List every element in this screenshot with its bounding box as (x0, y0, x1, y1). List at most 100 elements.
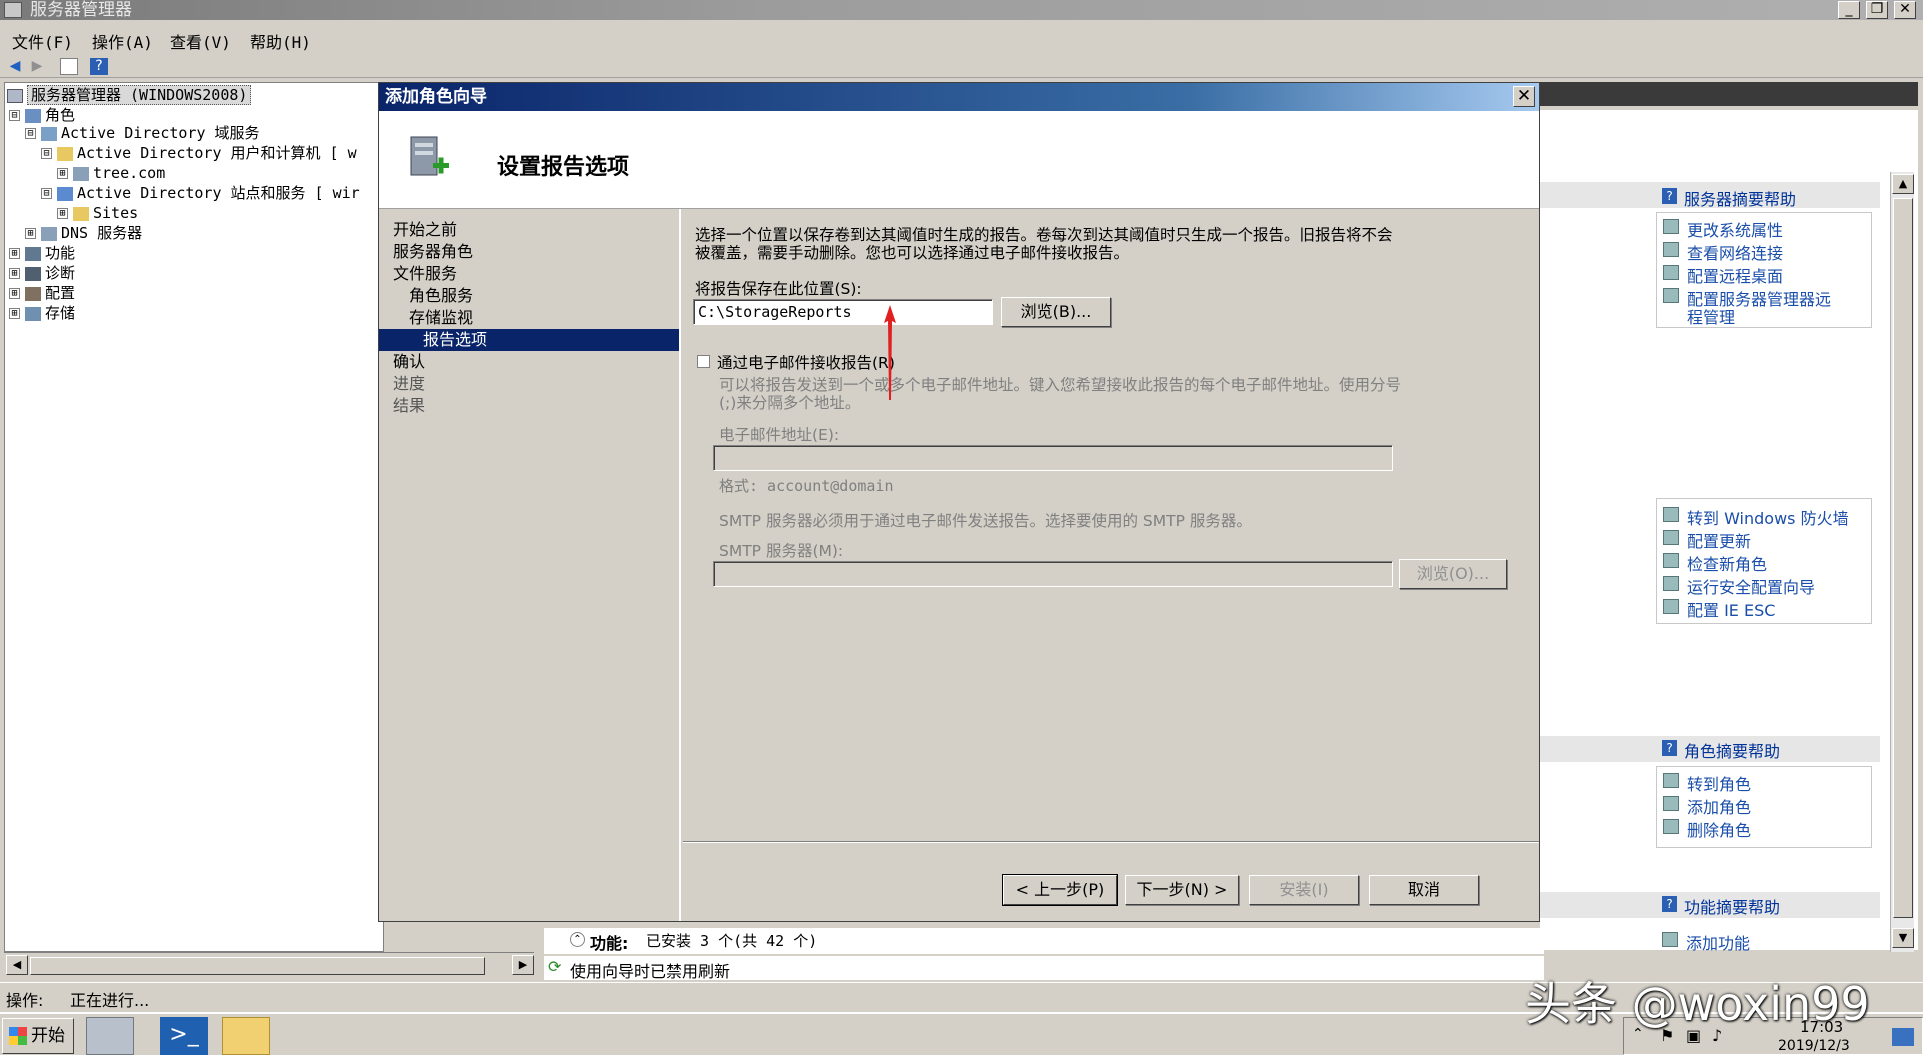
menu-view[interactable]: 查看(V) (170, 29, 231, 53)
scroll-up-icon[interactable]: ▲ (1892, 174, 1914, 194)
configure-remote-management-link-cont[interactable]: 程管理 (1687, 304, 1735, 328)
save-location-input[interactable]: C:\StorageReports (693, 299, 993, 325)
menu-bar: 文件(F) 操作(A) 查看(V) 帮助(H) (0, 26, 1923, 52)
tree-item-ad-users[interactable]: ⊟ Active Directory 用户和计算机 [ w (41, 143, 357, 163)
menu-help[interactable]: 帮助(H) (250, 29, 311, 53)
step-report-options[interactable]: 报告选项 (379, 329, 679, 351)
cancel-button[interactable]: 取消 (1369, 875, 1479, 905)
step-confirmation[interactable]: 确认 (393, 351, 425, 373)
refresh-icon: ⟳ (548, 957, 562, 976)
collapse-icon[interactable]: ⊟ (41, 188, 52, 199)
step-storage-monitoring[interactable]: 存储监视 (409, 307, 473, 329)
tree-item-ad-ds[interactable]: ⊟ Active Directory 域服务 (25, 123, 260, 143)
server-manager-icon (4, 2, 22, 18)
content-vertical-scrollbar[interactable]: ▲ ▼ (1890, 172, 1914, 952)
expand-icon[interactable]: ⊞ (57, 168, 68, 179)
show-desktop-icon[interactable] (1892, 1028, 1914, 1046)
expand-icon[interactable]: ⊞ (9, 288, 20, 299)
install-button: 安装(I) (1249, 875, 1359, 905)
collapse-icon[interactable]: ⊟ (9, 110, 20, 121)
powershell-icon[interactable]: >_ (160, 1017, 208, 1055)
security-tasks: 转到 Windows 防火墙 配置更新 检查新角色 运行安全配置向导 配置 IE… (1656, 498, 1872, 624)
scroll-right-icon[interactable]: ▶ (512, 955, 534, 975)
close-button[interactable]: ✕ (1894, 1, 1916, 19)
server-summary-help-link[interactable]: ? 服务器摘要帮助 (1662, 186, 1796, 210)
step-before-you-begin[interactable]: 开始之前 (393, 219, 457, 241)
menu-file[interactable]: 文件(F) (12, 29, 73, 53)
start-button[interactable]: 开始 (2, 1018, 74, 1054)
configure-remote-desktop-link[interactable]: 配置远程桌面 (1663, 263, 1783, 287)
content-header-strip (1540, 82, 1918, 106)
tree-item-features[interactable]: ⊞ 功能 (9, 243, 75, 263)
roles-icon (25, 108, 41, 123)
scroll-left-icon[interactable]: ◀ (6, 955, 28, 975)
server-manager-icon (1663, 288, 1679, 303)
role-summary-help-link[interactable]: ? 角色摘要帮助 (1662, 738, 1780, 762)
collapse-icon[interactable]: ⊟ (41, 148, 52, 159)
tree-item-storage[interactable]: ⊞ 存储 (9, 303, 75, 323)
menu-action[interactable]: 操作(A) (92, 29, 153, 53)
go-to-firewall-link[interactable]: 转到 Windows 防火墙 (1663, 505, 1849, 529)
collapse-icon[interactable]: ⌃ (570, 932, 585, 947)
server-manager-taskbar-icon[interactable] (86, 1017, 134, 1055)
refresh-note: 使用向导时已禁用刷新 (570, 962, 731, 981)
previous-button[interactable]: < 上一步(P) (1002, 874, 1118, 906)
tree-item-roles[interactable]: ⊟ 角色 (9, 105, 75, 125)
tree-root[interactable]: 服务器管理器 (WINDOWS2008) (7, 85, 252, 105)
collapse-icon[interactable]: ⊟ (25, 128, 36, 139)
status-label: 操作: (6, 991, 44, 1010)
explorer-folder-icon[interactable] (222, 1017, 270, 1055)
tree-item-domain[interactable]: ⊞ tree.com (57, 163, 165, 183)
tree-item-ad-sites[interactable]: ⊟ Active Directory 站点和服务 [ wir (41, 183, 360, 203)
step-file-services[interactable]: 文件服务 (393, 263, 457, 285)
tree-item-configuration[interactable]: ⊞ 配置 (9, 283, 75, 303)
network-icon (1663, 242, 1679, 257)
scroll-thumb[interactable] (30, 957, 485, 975)
email-report-checkbox[interactable] (697, 355, 710, 368)
dialog-title: 添加角色向导 (385, 87, 487, 107)
change-system-properties-link[interactable]: 更改系统属性 (1663, 217, 1783, 241)
feature-summary-help-link[interactable]: ? 功能摘要帮助 (1662, 894, 1780, 918)
features-summary-line: ⌃ 功能: 已安装 3 个(共 42 个) (544, 928, 1544, 954)
tree-item-dns[interactable]: ⊞ DNS 服务器 (25, 223, 142, 243)
expand-icon[interactable]: ⊞ (57, 208, 68, 219)
view-network-connections-link[interactable]: 查看网络连接 (1663, 240, 1783, 264)
remove-roles-link[interactable]: 删除角色 (1663, 817, 1751, 841)
email-address-input[interactable] (713, 445, 1393, 471)
check-new-roles-link[interactable]: 检查新角色 (1663, 551, 1767, 575)
expand-icon[interactable]: ⊞ (25, 228, 36, 239)
expand-icon[interactable]: ⊞ (9, 248, 20, 259)
back-icon[interactable]: ◀ (6, 58, 24, 75)
smtp-server-input[interactable] (713, 561, 1393, 587)
forward-icon[interactable]: ▶ (28, 58, 46, 75)
tree-item-diagnostics[interactable]: ⊞ 诊断 (9, 263, 75, 283)
clock-date[interactable]: 2019/12/3 (1778, 1038, 1850, 1054)
step-progress: 进度 (393, 374, 426, 393)
run-security-wizard-link[interactable]: 运行安全配置向导 (1663, 574, 1815, 598)
email-report-label[interactable]: 通过电子邮件接收报告(R) (717, 351, 895, 373)
browse-button[interactable]: 浏览(B)... (1001, 297, 1111, 327)
tree-horizontal-scrollbar[interactable]: ◀ ▶ (4, 952, 534, 978)
configure-updates-link[interactable]: 配置更新 (1663, 528, 1751, 552)
step-server-roles[interactable]: 服务器角色 (393, 241, 473, 263)
scroll-down-icon[interactable]: ▼ (1892, 928, 1914, 948)
expand-icon[interactable]: ⊞ (9, 308, 20, 319)
expand-icon[interactable]: ⊞ (9, 268, 20, 279)
dialog-header: 设置报告选项 (379, 111, 1539, 209)
step-role-services[interactable]: 角色服务 (409, 285, 473, 307)
add-features-link[interactable]: 添加功能 (1662, 930, 1750, 954)
add-roles-link[interactable]: 添加角色 (1663, 794, 1751, 818)
role-tasks: 转到角色 添加角色 删除角色 (1656, 766, 1872, 848)
minimize-button[interactable]: _ (1838, 1, 1860, 19)
refresh-disabled-line: ⟳ 使用向导时已禁用刷新 (544, 956, 1544, 981)
next-button[interactable]: 下一步(N) > (1125, 875, 1239, 905)
add-role-icon (1663, 796, 1679, 811)
configure-ie-esc-link[interactable]: 配置 IE ESC (1663, 597, 1775, 621)
tree-item-sites[interactable]: ⊞ Sites (57, 203, 138, 223)
dialog-close-button[interactable]: ✕ (1513, 86, 1535, 107)
show-hide-tree-icon[interactable] (60, 58, 78, 75)
scroll-thumb[interactable] (1893, 198, 1913, 918)
restore-button[interactable]: ❐ (1866, 1, 1888, 19)
go-to-roles-link[interactable]: 转到角色 (1663, 771, 1751, 795)
help-icon[interactable]: ? (90, 58, 108, 75)
